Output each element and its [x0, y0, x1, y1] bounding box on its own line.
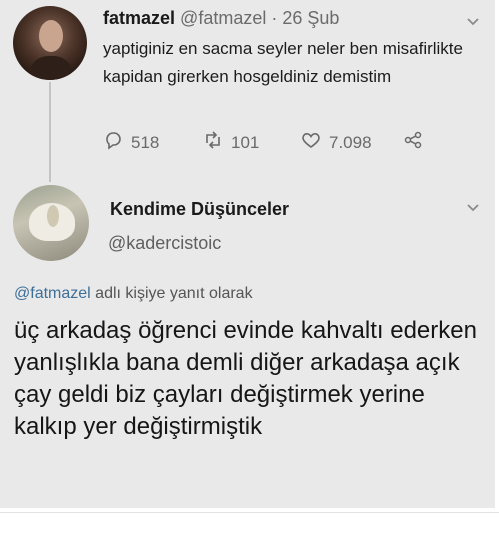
- reply-button[interactable]: 518: [103, 130, 159, 155]
- tweet-card: fatmazel @fatmazel · 26 Şub yaptiginiz e…: [0, 0, 495, 508]
- divider: [0, 512, 499, 513]
- reply-count: 518: [131, 132, 160, 152]
- tweet-actions: 518 101 7.098: [103, 130, 443, 154]
- avatar-face: [39, 20, 63, 52]
- tweet-header: fatmazel @fatmazel · 26 Şub: [103, 8, 339, 29]
- share-button[interactable]: [403, 130, 423, 155]
- reply-mention-link[interactable]: @fatmazel: [14, 285, 91, 302]
- chevron-down-icon[interactable]: [466, 200, 480, 214]
- display-name[interactable]: fatmazel: [103, 8, 175, 28]
- retweet-button[interactable]: 101: [203, 130, 259, 155]
- avatar[interactable]: [13, 185, 89, 261]
- display-name[interactable]: Kendime Düşünceler: [110, 199, 289, 220]
- user-handle[interactable]: @kadercistoic: [108, 233, 221, 254]
- like-count: 7.098: [329, 132, 372, 152]
- avatar-dog-ear: [47, 205, 59, 227]
- heart-icon: [301, 130, 321, 155]
- thread-connector: [49, 82, 51, 182]
- avatar[interactable]: [13, 6, 87, 80]
- reply-context: @fatmazel adlı kişiye yanıt olarak: [14, 285, 253, 303]
- reply-bubble-icon: [103, 130, 123, 155]
- reply-context-text: adlı kişiye yanıt olarak: [90, 285, 253, 302]
- tweet-date[interactable]: · 26 Şub: [271, 8, 339, 28]
- like-button[interactable]: 7.098: [301, 130, 372, 155]
- tweet-text: yaptiginiz en sacma seyler neler ben mis…: [103, 39, 463, 86]
- tweet-text: üç arkadaş öğrenci evinde kahvaltı ederk…: [14, 317, 477, 440]
- retweet-count: 101: [231, 132, 260, 152]
- share-icon: [403, 130, 423, 155]
- chevron-down-icon[interactable]: [466, 14, 480, 28]
- avatar-body: [31, 56, 71, 80]
- retweet-icon: [203, 130, 223, 155]
- user-handle[interactable]: @fatmazel: [180, 8, 266, 28]
